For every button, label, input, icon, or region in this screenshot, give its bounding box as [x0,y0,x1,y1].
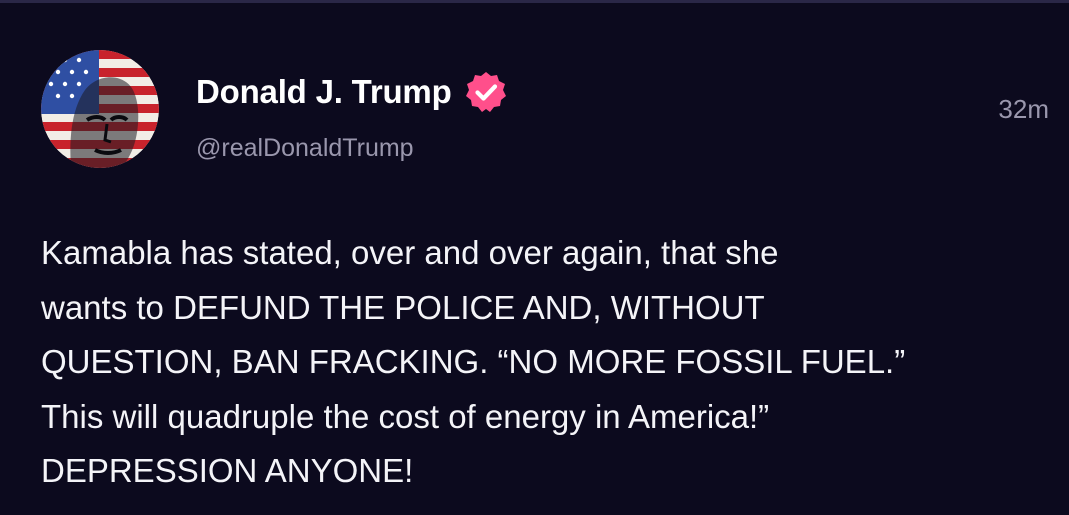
post-body-line: Kamabla has stated, over and over again,… [41,234,779,271]
author-display-name[interactable]: Donald J. Trump [196,73,452,111]
avatar[interactable] [41,50,159,168]
post-body: Kamabla has stated, over and over again,… [41,226,1041,499]
post-body-line: QUESTION, BAN FRACKING. “NO MORE FOSSIL … [41,343,906,380]
post-body-line: This will quadruple the cost of energy i… [41,397,770,435]
avatar-image [41,50,159,168]
post-timestamp[interactable]: 32m [998,94,1049,125]
author-handle[interactable]: @realDonaldTrump [196,134,414,163]
post-body-line: DEPRESSION ANYONE! [41,452,414,489]
post-body-line: wants to DEFUND THE POLICE AND, WITHOUT [41,288,765,326]
author-name-row: Donald J. Trump [196,70,508,114]
verified-badge-icon [464,70,508,114]
post-card: Donald J. Trump @realDonaldTrump 32m Kam… [0,0,1069,515]
